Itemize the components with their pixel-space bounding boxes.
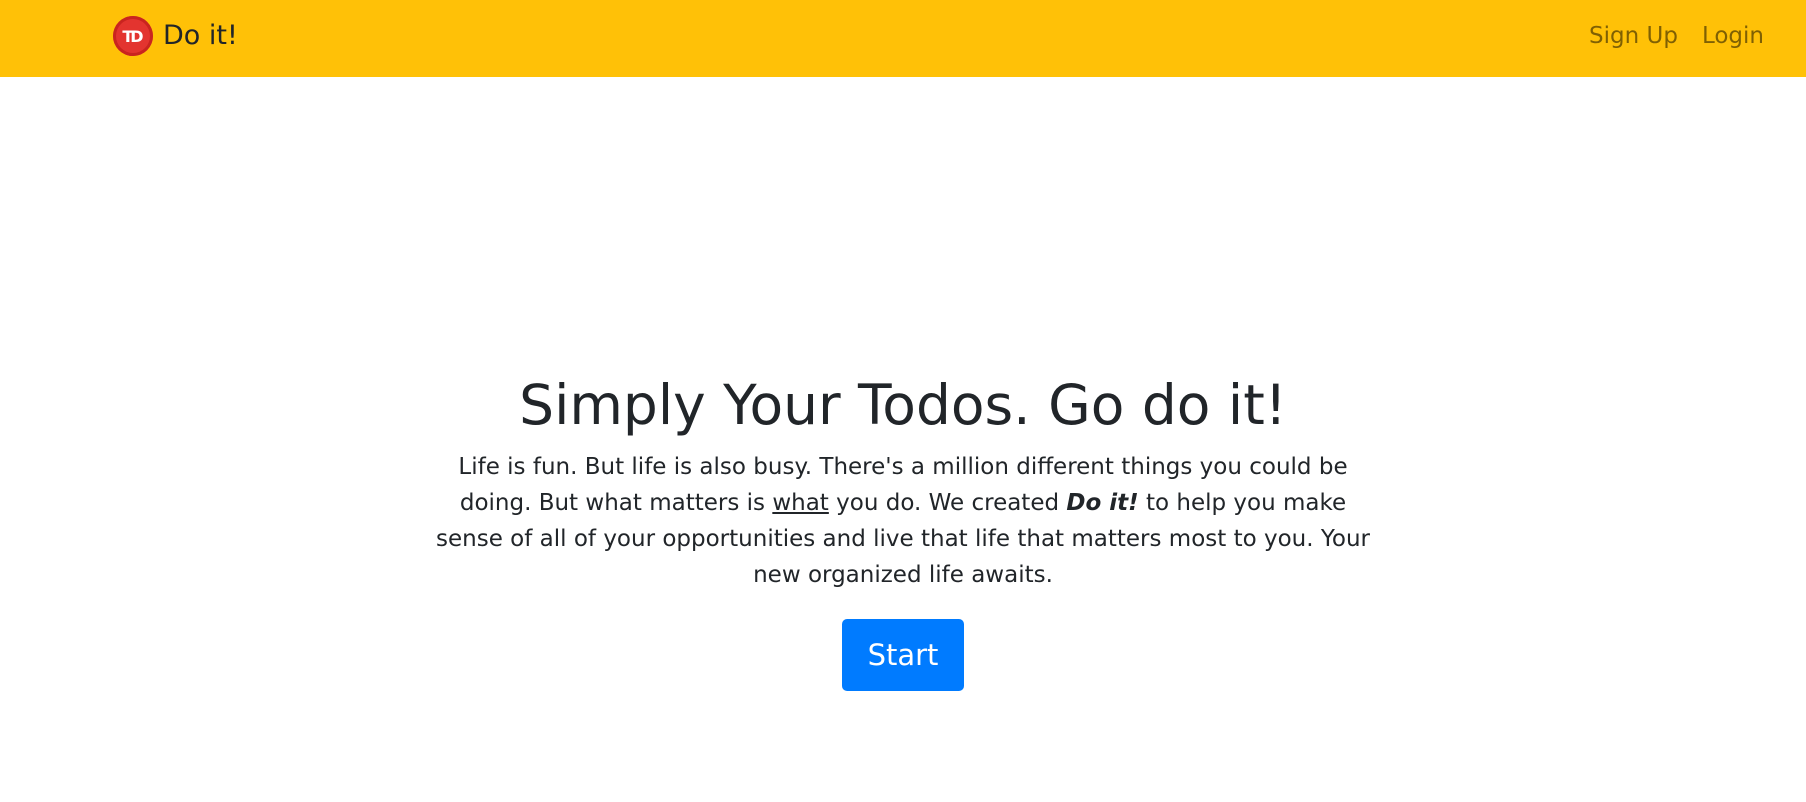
todo-logo-icon: TD: [113, 16, 153, 56]
brand-name: Do it!: [163, 20, 238, 51]
hero-section: Simply Your Todos. Go do it! Life is fun…: [0, 365, 1806, 691]
brand-link[interactable]: TD Do it!: [113, 16, 238, 56]
nav-links: Sign Up Login: [1589, 19, 1764, 53]
signup-link[interactable]: Sign Up: [1589, 19, 1678, 53]
hero-description: Life is fun. But life is also busy. Ther…: [433, 449, 1373, 593]
page-title: Simply Your Todos. Go do it!: [519, 373, 1287, 437]
hero-text-part2: you do. We created: [828, 490, 1067, 516]
top-navbar: TD Do it! Sign Up Login: [0, 0, 1806, 77]
hero-text-underlined: what: [772, 490, 829, 516]
hero-text-emphasis: Do it!: [1066, 490, 1139, 516]
login-link[interactable]: Login: [1702, 19, 1764, 53]
start-button[interactable]: Start: [841, 619, 965, 691]
